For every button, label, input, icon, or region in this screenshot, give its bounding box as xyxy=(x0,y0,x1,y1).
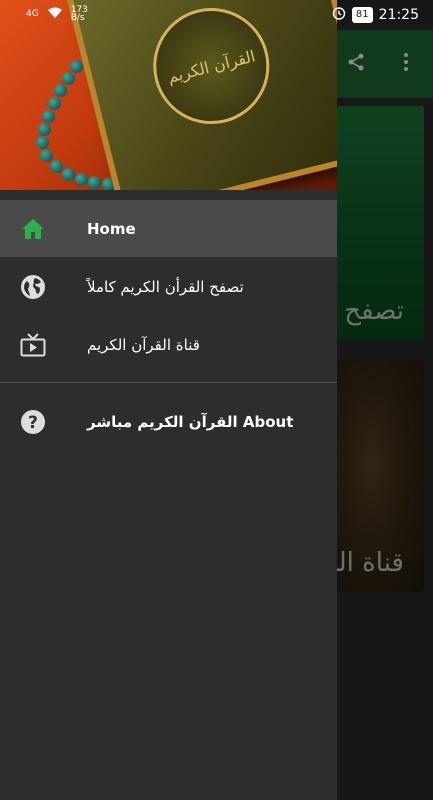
status-bar: 4G 173 B/s 81 21:25 xyxy=(0,0,433,30)
home-icon xyxy=(20,216,46,242)
drawer-item-label: تصفح القرأن الكريم كاملاً xyxy=(87,277,244,296)
alarm-icon xyxy=(332,6,346,24)
clock: 21:25 xyxy=(378,7,419,23)
drawer-item-label: القرآن الكريم مباشر About xyxy=(87,412,294,431)
drawer-divider xyxy=(0,382,337,383)
drawer-item-browse-quran[interactable]: تصفح القرأن الكريم كاملاً xyxy=(0,258,337,315)
wifi-icon xyxy=(47,7,63,22)
svg-text:?: ? xyxy=(28,413,38,433)
drawer-item-quran-channel[interactable]: قناة القرآن الكريم xyxy=(0,316,337,373)
network-speed: 173 B/s xyxy=(70,5,88,23)
help-icon: ? xyxy=(20,409,46,435)
drawer-item-about[interactable]: ? القرآن الكريم مباشر About xyxy=(0,393,337,450)
network-type: 4G xyxy=(26,9,39,19)
navigation-drawer: القرآن الكريم Home تصفح القرأن الكريم كا… xyxy=(0,0,337,800)
tv-icon xyxy=(20,332,46,358)
drawer-item-home[interactable]: Home xyxy=(0,200,337,257)
drawer-item-label: Home xyxy=(87,219,136,238)
drawer-scrim[interactable] xyxy=(337,0,433,800)
drawer-item-label: قناة القرآن الكريم xyxy=(87,335,200,354)
globe-icon xyxy=(20,274,46,300)
battery-indicator: 81 xyxy=(351,7,373,23)
